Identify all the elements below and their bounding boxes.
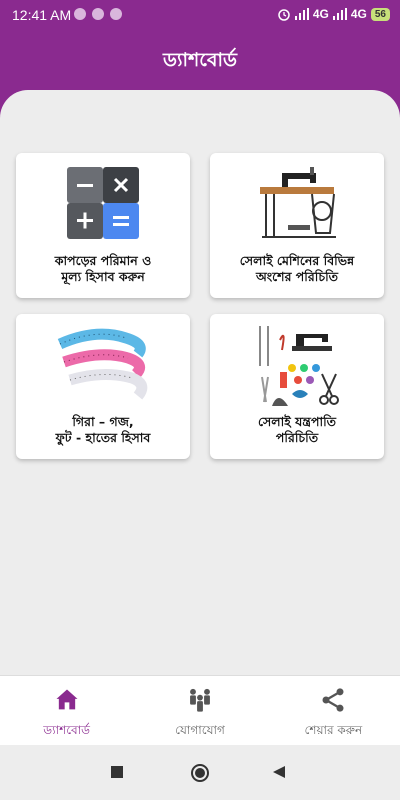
notification-dot-icon [92, 8, 104, 20]
card-label: কাপড়ের পরিমান ও মূল্য হিসাব করুন [54, 253, 152, 284]
nav-contact[interactable]: যোগাযোগ [133, 676, 266, 745]
notification-dot-icon [110, 8, 122, 20]
status-time: 12:41 AM [12, 7, 72, 23]
signal-icon [332, 8, 347, 20]
battery-icon: 56 [370, 7, 390, 21]
card-label: সেলাই মেশিনের বিভিন্ন অংশের পরিচিতি [239, 253, 355, 284]
notification-icon [74, 8, 86, 20]
dashboard-content: কাপড়ের পরিমান ও মূল্য হিসাব করুন সেলাই … [0, 90, 400, 675]
status-bar: 12:41 AM 4G 4G 56 [0, 0, 400, 30]
notification-icons [74, 8, 122, 20]
home-icon [56, 689, 78, 710]
card-label: গিরা – গজ, ফুট - হাতের হিসাব [55, 414, 151, 445]
alarm-icon [278, 9, 290, 21]
home-button-icon[interactable] [190, 763, 210, 783]
system-nav [0, 745, 400, 800]
contacts-icon [190, 688, 210, 712]
back-icon[interactable] [272, 765, 286, 779]
network-type-2: 4G [350, 7, 367, 21]
card-label: সেলাই যন্ত্রপাতি পরিচিতি [257, 414, 337, 445]
nav-label: ড্যাশবোর্ড [43, 723, 91, 737]
calculator-icon [16, 153, 190, 253]
signal-icon [294, 8, 309, 20]
card-measurement-units[interactable]: গিরা – গজ, ফুট - হাতের হিসাব [16, 314, 190, 459]
measuring-tape-icon [16, 314, 190, 414]
card-fabric-calculator[interactable]: কাপড়ের পরিমান ও মূল্য হিসাব করুন [16, 153, 190, 298]
nav-share[interactable]: শেয়ার করুন [267, 676, 400, 745]
network-type-1: 4G [312, 7, 329, 21]
bottom-nav: ড্যাশবোর্ড যোগাযোগ শেয়ার করুন [0, 675, 400, 745]
nav-label: শেয়ার করুন [304, 723, 363, 737]
page-title: ড্যাশবোর্ড [163, 49, 237, 71]
sewing-tools-icon [210, 314, 384, 414]
status-right: 4G 4G 56 [277, 7, 390, 21]
share-icon [322, 688, 344, 712]
nav-dashboard[interactable]: ড্যাশবোর্ড [0, 676, 133, 745]
card-sewing-machine-parts[interactable]: সেলাই মেশিনের বিভিন্ন অংশের পরিচিতি [210, 153, 384, 298]
recent-apps-icon[interactable] [110, 765, 124, 779]
nav-label: যোগাযোগ [175, 723, 225, 737]
card-sewing-tools[interactable]: সেলাই যন্ত্রপাতি পরিচিতি [210, 314, 384, 459]
sewing-machine-icon [210, 153, 384, 253]
